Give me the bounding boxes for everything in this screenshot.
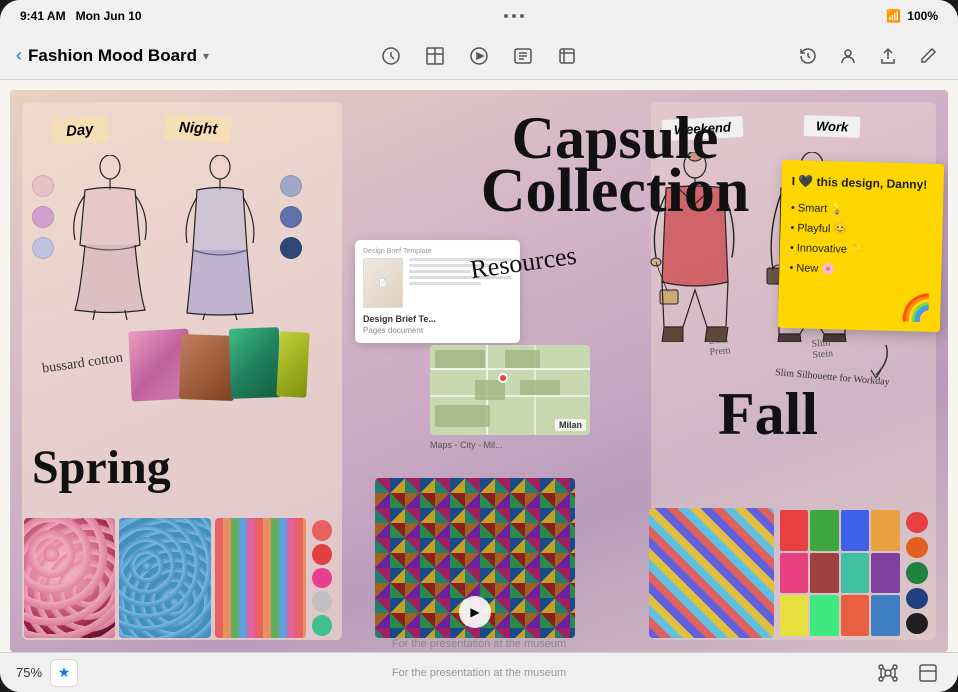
main-canvas-area[interactable]: Capsule Collection Day Night <box>0 80 958 652</box>
rainbow-emoji: 🌈 <box>900 292 933 324</box>
bottom-bar: 75% ★ For the presentation at the museum <box>0 652 958 692</box>
sticky-note-bullets: • Smart 💡 • Playful 😊 • Innovative ✨ • N… <box>789 199 933 282</box>
star-button[interactable]: ★ <box>50 659 78 687</box>
fashion-sketch-day <box>65 155 155 320</box>
bottom-tiles-left <box>24 518 334 638</box>
zoom-area: 75% ★ <box>16 659 78 687</box>
bottom-right-icons <box>874 659 942 687</box>
status-bar-left: 9:41 AM Mon Jun 10 <box>20 9 142 23</box>
color-grid-tile <box>778 508 903 638</box>
candy-tile <box>119 518 210 638</box>
status-bar: 9:41 AM Mon Jun 10 📶 100% <box>0 0 958 32</box>
fall-label: Fall <box>718 380 818 449</box>
fabric-swatches <box>130 330 310 410</box>
card-thumbnail: 📄 <box>363 258 403 308</box>
battery-display: 100% <box>907 9 938 23</box>
swatch-purple <box>32 206 54 228</box>
document-title: Fashion Mood Board <box>28 46 197 66</box>
work-label: Work <box>803 115 860 138</box>
signature-weekend: DinaPrem <box>708 334 731 358</box>
canvas-title: Capsule Collection <box>445 108 785 222</box>
toolbar: ‹ Fashion Mood Board ▾ <box>0 32 958 80</box>
chevron-down-icon[interactable]: ▾ <box>203 49 209 63</box>
star-icon: ★ <box>58 664 71 681</box>
swatch-navy <box>280 206 302 228</box>
map-label: Milan <box>555 419 586 431</box>
spring-label: Spring <box>32 440 171 495</box>
flowers-tile <box>24 518 115 638</box>
collaborate-icon[interactable] <box>834 42 862 70</box>
card-title: Design Brief Te... <box>363 314 512 324</box>
toolbar-right <box>794 42 942 70</box>
share-icon[interactable] <box>874 42 902 70</box>
small-swatches-col <box>310 518 334 638</box>
maps-app-label: Maps - City - Mil... <box>430 440 503 450</box>
title-line2: Collection <box>445 160 785 222</box>
fashion-sketch-night <box>175 155 265 320</box>
sticky-note-header: I 🖤 this design, Danny! <box>791 172 933 195</box>
arrow-annotation <box>856 340 896 380</box>
date-display: Mon Jun 10 <box>76 9 142 23</box>
swatch-blue <box>32 237 54 259</box>
back-button[interactable]: ‹ <box>16 45 22 66</box>
history-icon[interactable] <box>794 42 822 70</box>
toolbar-center <box>377 42 581 70</box>
signature-work: SlimStein <box>812 337 834 361</box>
night-label: Night <box>164 114 232 142</box>
edit-icon[interactable] <box>914 42 942 70</box>
status-bar-right: 📶 100% <box>886 9 938 23</box>
zoom-level: 75% <box>16 665 42 680</box>
bottom-tiles-right <box>649 508 934 638</box>
swatch-steel <box>280 175 302 197</box>
table-icon[interactable] <box>421 42 449 70</box>
map-thumbnail[interactable]: Milan <box>430 345 590 435</box>
mosaic-pattern[interactable]: ▶ <box>375 478 575 638</box>
bottom-caption: For the presentation at the museum <box>392 667 566 679</box>
time-display: 9:41 AM <box>20 9 66 23</box>
chevron-tile <box>649 508 774 638</box>
shape-icon[interactable] <box>553 42 581 70</box>
strips-tile <box>215 518 306 638</box>
canvas-caption: For the presentation at the museum <box>10 636 948 652</box>
right-swatches-left <box>280 175 302 259</box>
day-label: Day <box>51 116 108 146</box>
view-icon[interactable] <box>914 659 942 687</box>
annotate-icon[interactable] <box>377 42 405 70</box>
sticky-note: I 🖤 this design, Danny! • Smart 💡 • Play… <box>778 160 944 332</box>
swatch-dark-navy <box>280 237 302 259</box>
wifi-icon: 📶 <box>886 9 901 23</box>
circle-swatches-col <box>906 508 934 638</box>
status-bar-center <box>504 14 524 18</box>
text-icon[interactable] <box>509 42 537 70</box>
media-icon[interactable] <box>465 42 493 70</box>
mood-board-canvas[interactable]: Capsule Collection Day Night <box>10 90 948 652</box>
card-subtitle: Pages document <box>363 326 512 335</box>
network-icon[interactable] <box>874 659 902 687</box>
left-swatches <box>32 175 54 259</box>
play-button[interactable]: ▶ <box>459 596 491 628</box>
swatch-pink <box>32 175 54 197</box>
